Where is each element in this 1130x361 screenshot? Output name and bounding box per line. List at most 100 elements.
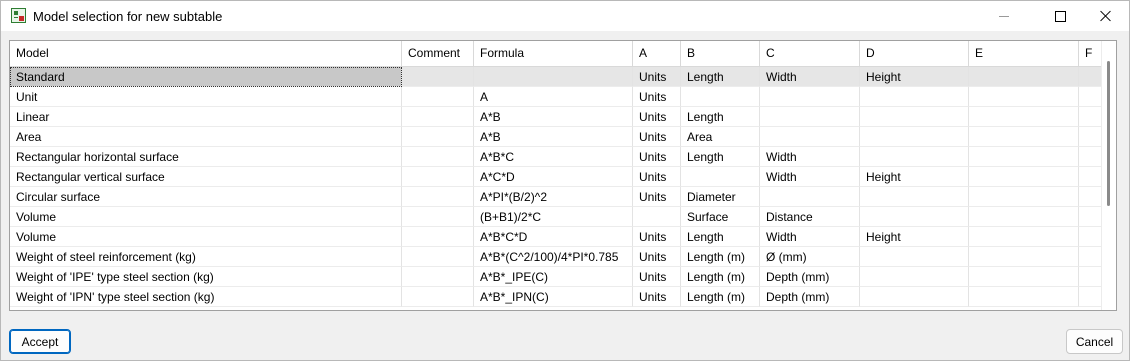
cell-d[interactable] xyxy=(860,147,969,167)
cell-b[interactable]: Surface xyxy=(681,207,760,227)
cell-d[interactable] xyxy=(860,287,969,307)
cell-formula[interactable]: A*B*_IPE(C) xyxy=(474,267,633,287)
cell-d[interactable] xyxy=(860,207,969,227)
cell-comment[interactable] xyxy=(402,147,474,167)
cell-formula[interactable]: A*B*(C^2/100)/4*PI*0.785 xyxy=(474,247,633,267)
cell-formula[interactable]: A*B xyxy=(474,107,633,127)
cell-model[interactable]: Volume xyxy=(10,227,402,247)
cell-model[interactable]: Weight of 'IPE' type steel section (kg) xyxy=(10,267,402,287)
cell-formula[interactable]: A*B*_IPN(C) xyxy=(474,287,633,307)
column-header-f[interactable]: F xyxy=(1079,41,1102,66)
cell-c[interactable]: Width xyxy=(760,67,860,87)
table-row[interactable]: Unit A Units xyxy=(10,87,1102,107)
cell-c[interactable]: Depth (mm) xyxy=(760,267,860,287)
cell-a[interactable]: Units xyxy=(633,87,681,107)
cell-comment[interactable] xyxy=(402,107,474,127)
cell-a[interactable]: Units xyxy=(633,287,681,307)
cell-model[interactable]: Standard xyxy=(10,67,402,87)
accept-button[interactable]: Accept xyxy=(9,329,71,354)
cell-comment[interactable] xyxy=(402,87,474,107)
column-header-b[interactable]: B xyxy=(681,41,760,66)
cell-f[interactable] xyxy=(1079,167,1102,187)
cell-f[interactable] xyxy=(1079,247,1102,267)
cell-model[interactable]: Volume xyxy=(10,207,402,227)
minimize-button[interactable] xyxy=(981,1,1027,31)
cell-f[interactable] xyxy=(1079,207,1102,227)
cell-model[interactable]: Rectangular vertical surface xyxy=(10,167,402,187)
cell-comment[interactable] xyxy=(402,187,474,207)
table-row[interactable]: Circular surface A*PI*(B/2)^2 Units Diamete… xyxy=(10,187,1102,207)
cell-e[interactable] xyxy=(969,247,1079,267)
cell-c[interactable] xyxy=(760,87,860,107)
cell-b[interactable]: Area xyxy=(681,127,760,147)
cell-comment[interactable] xyxy=(402,227,474,247)
cell-a[interactable]: Units xyxy=(633,67,681,87)
cell-b[interactable]: Length xyxy=(681,147,760,167)
cell-c[interactable]: Width xyxy=(760,227,860,247)
cell-formula[interactable]: (B+B1)/2*C xyxy=(474,207,633,227)
cell-comment[interactable] xyxy=(402,127,474,147)
cell-d[interactable] xyxy=(860,107,969,127)
cell-comment[interactable] xyxy=(402,67,474,87)
cancel-button[interactable]: Cancel xyxy=(1066,329,1123,354)
cell-b[interactable]: Diameter xyxy=(681,187,760,207)
cell-a[interactable]: Units xyxy=(633,167,681,187)
cell-b[interactable]: Length (m) xyxy=(681,267,760,287)
cell-d[interactable] xyxy=(860,127,969,147)
cell-f[interactable] xyxy=(1079,187,1102,207)
cell-comment[interactable] xyxy=(402,247,474,267)
cell-comment[interactable] xyxy=(402,207,474,227)
cell-model[interactable]: Weight of steel reinforcement (kg) xyxy=(10,247,402,267)
cell-e[interactable] xyxy=(969,107,1079,127)
cell-c[interactable]: Distance xyxy=(760,207,860,227)
cell-c[interactable]: Width xyxy=(760,147,860,167)
scrollbar-thumb[interactable] xyxy=(1107,61,1110,206)
cell-e[interactable] xyxy=(969,287,1079,307)
cell-c[interactable] xyxy=(760,107,860,127)
cell-d[interactable] xyxy=(860,187,969,207)
cell-b[interactable] xyxy=(681,87,760,107)
table-row[interactable]: Volume A*B*C*D Units Length Width Height xyxy=(10,227,1102,247)
column-header-e[interactable]: E xyxy=(969,41,1079,66)
cell-f[interactable] xyxy=(1079,87,1102,107)
cell-b[interactable]: Length xyxy=(681,227,760,247)
cell-a[interactable]: Units xyxy=(633,267,681,287)
cell-f[interactable] xyxy=(1079,267,1102,287)
cell-model[interactable]: Unit xyxy=(10,87,402,107)
cell-b[interactable]: Length xyxy=(681,107,760,127)
cell-comment[interactable] xyxy=(402,287,474,307)
cell-formula[interactable]: A*B*C xyxy=(474,147,633,167)
cell-formula[interactable]: A*B*C*D xyxy=(474,227,633,247)
cell-a[interactable]: Units xyxy=(633,247,681,267)
cell-d[interactable]: Height xyxy=(860,67,969,87)
close-button[interactable] xyxy=(1083,1,1129,31)
column-header-model[interactable]: Model xyxy=(10,41,402,66)
cell-e[interactable] xyxy=(969,67,1079,87)
cell-formula[interactable]: A xyxy=(474,87,633,107)
cell-d[interactable]: Height xyxy=(860,227,969,247)
cell-f[interactable] xyxy=(1079,107,1102,127)
cell-formula[interactable]: A*C*D xyxy=(474,167,633,187)
cell-f[interactable] xyxy=(1079,147,1102,167)
cell-model[interactable]: Circular surface xyxy=(10,187,402,207)
cell-a[interactable]: Units xyxy=(633,147,681,167)
cell-a[interactable]: Units xyxy=(633,107,681,127)
cell-b[interactable]: Length xyxy=(681,67,760,87)
cell-b[interactable]: Length (m) xyxy=(681,287,760,307)
cell-c[interactable]: Ø (mm) xyxy=(760,247,860,267)
cell-comment[interactable] xyxy=(402,167,474,187)
table-row[interactable]: Area A*B Units Area xyxy=(10,127,1102,147)
cell-a[interactable]: Units xyxy=(633,127,681,147)
cell-d[interactable]: Height xyxy=(860,167,969,187)
table-row[interactable]: Rectangular horizontal surface A*B*C Units… xyxy=(10,147,1102,167)
cell-e[interactable] xyxy=(969,147,1079,167)
cell-c[interactable]: Width xyxy=(760,167,860,187)
table-row[interactable]: Weight of 'IPN' type steel section (kg) A… xyxy=(10,287,1102,307)
cell-formula[interactable]: A*PI*(B/2)^2 xyxy=(474,187,633,207)
column-header-formula[interactable]: Formula xyxy=(474,41,633,66)
maximize-button[interactable] xyxy=(1037,1,1083,31)
cell-f[interactable] xyxy=(1079,127,1102,147)
cell-model[interactable]: Rectangular horizontal surface xyxy=(10,147,402,167)
cell-a[interactable]: Units xyxy=(633,187,681,207)
cell-a[interactable]: Units xyxy=(633,227,681,247)
